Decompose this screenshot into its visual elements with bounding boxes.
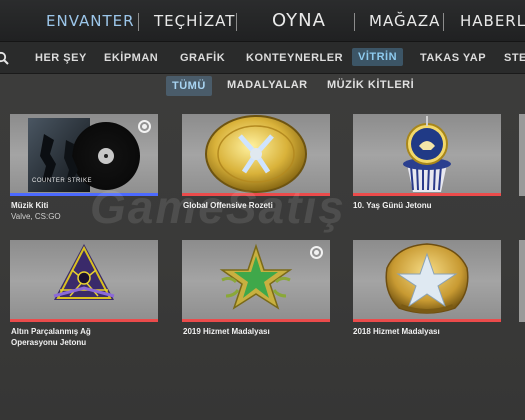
nav-tab-store[interactable]: MAĞAZA [369,12,440,30]
rarity-bar [10,319,158,322]
rarity-bar [10,193,158,196]
birthday-cupcake-coin-icon [403,116,451,192]
item-name: 10. Yaş Günü Jetonu [353,201,432,210]
item-tile-music-kit[interactable]: COUNTER STRIKE [10,114,158,196]
filter-medals[interactable]: MADALYALAR [227,79,308,91]
item-name: 2018 Hizmet Madalyası [353,327,440,336]
nav-tab-inventory[interactable]: ENVANTER [46,12,135,30]
nav-separator [138,13,139,31]
rarity-bar [182,193,330,196]
equipped-eye-icon [138,120,151,133]
item-tile-10th-birthday-coin[interactable] [353,114,501,196]
category-steam[interactable]: STE [504,52,525,64]
item-subtitle: Valve, CS:GO [11,212,61,221]
item-name: Müzik Kiti [11,201,49,210]
inventory-category-bar: HER ŞEY EKİPMAN GRAFİK KONTEYNERLER VİTR… [0,42,525,74]
rarity-bar [182,319,330,322]
item-tile-global-offensive-badge[interactable] [182,114,330,196]
item-name-line2: Operasyonu Jetonu [11,338,87,347]
shattered-web-coin-icon [53,244,115,300]
rarity-bar [353,193,501,196]
category-equipment[interactable]: EKİPMAN [104,52,158,64]
category-containers[interactable]: KONTEYNERLER [246,52,343,64]
filter-all[interactable]: TÜMÜ [166,76,212,96]
item-name: 2019 Hizmet Madalyası [183,327,270,336]
item-name-line1: Altın Parçalanmış Ağ [11,327,91,336]
next-item-tile-edge [519,114,525,196]
top-navigation: ENVANTER TEÇHİZAT OYNA MAĞAZA HABERLE [0,0,525,42]
category-all[interactable]: HER ŞEY [35,52,87,64]
nav-tab-news[interactable]: HABERLE [460,12,525,30]
service-medal-2018-icon [385,243,469,314]
next-item-tile-edge [519,240,525,322]
service-medal-2019-icon [219,243,293,310]
music-kit-art-label: COUNTER STRIKE [32,178,93,184]
nav-separator [236,13,237,31]
item-tile-2019-service-medal[interactable] [182,240,330,322]
category-graphics[interactable]: GRAFİK [180,52,225,64]
global-offensive-badge-icon [205,115,307,193]
item-name: Global Offensive Rozeti [183,201,273,210]
category-display-case[interactable]: VİTRİN [352,48,404,66]
item-tile-2018-service-medal[interactable] [353,240,501,322]
equipped-eye-icon [310,246,323,259]
nav-tab-loadout[interactable]: TEÇHİZAT [154,12,235,30]
category-trade-up[interactable]: TAKAS YAP [420,52,486,64]
rarity-bar [353,319,501,322]
item-tile-shattered-web-coin[interactable] [10,240,158,322]
filter-music-kits[interactable]: MÜZİK KİTLERİ [327,79,414,91]
nav-separator [354,13,355,31]
nav-separator [443,13,444,31]
search-icon[interactable] [0,51,9,65]
nav-tab-play[interactable]: OYNA [272,10,326,31]
